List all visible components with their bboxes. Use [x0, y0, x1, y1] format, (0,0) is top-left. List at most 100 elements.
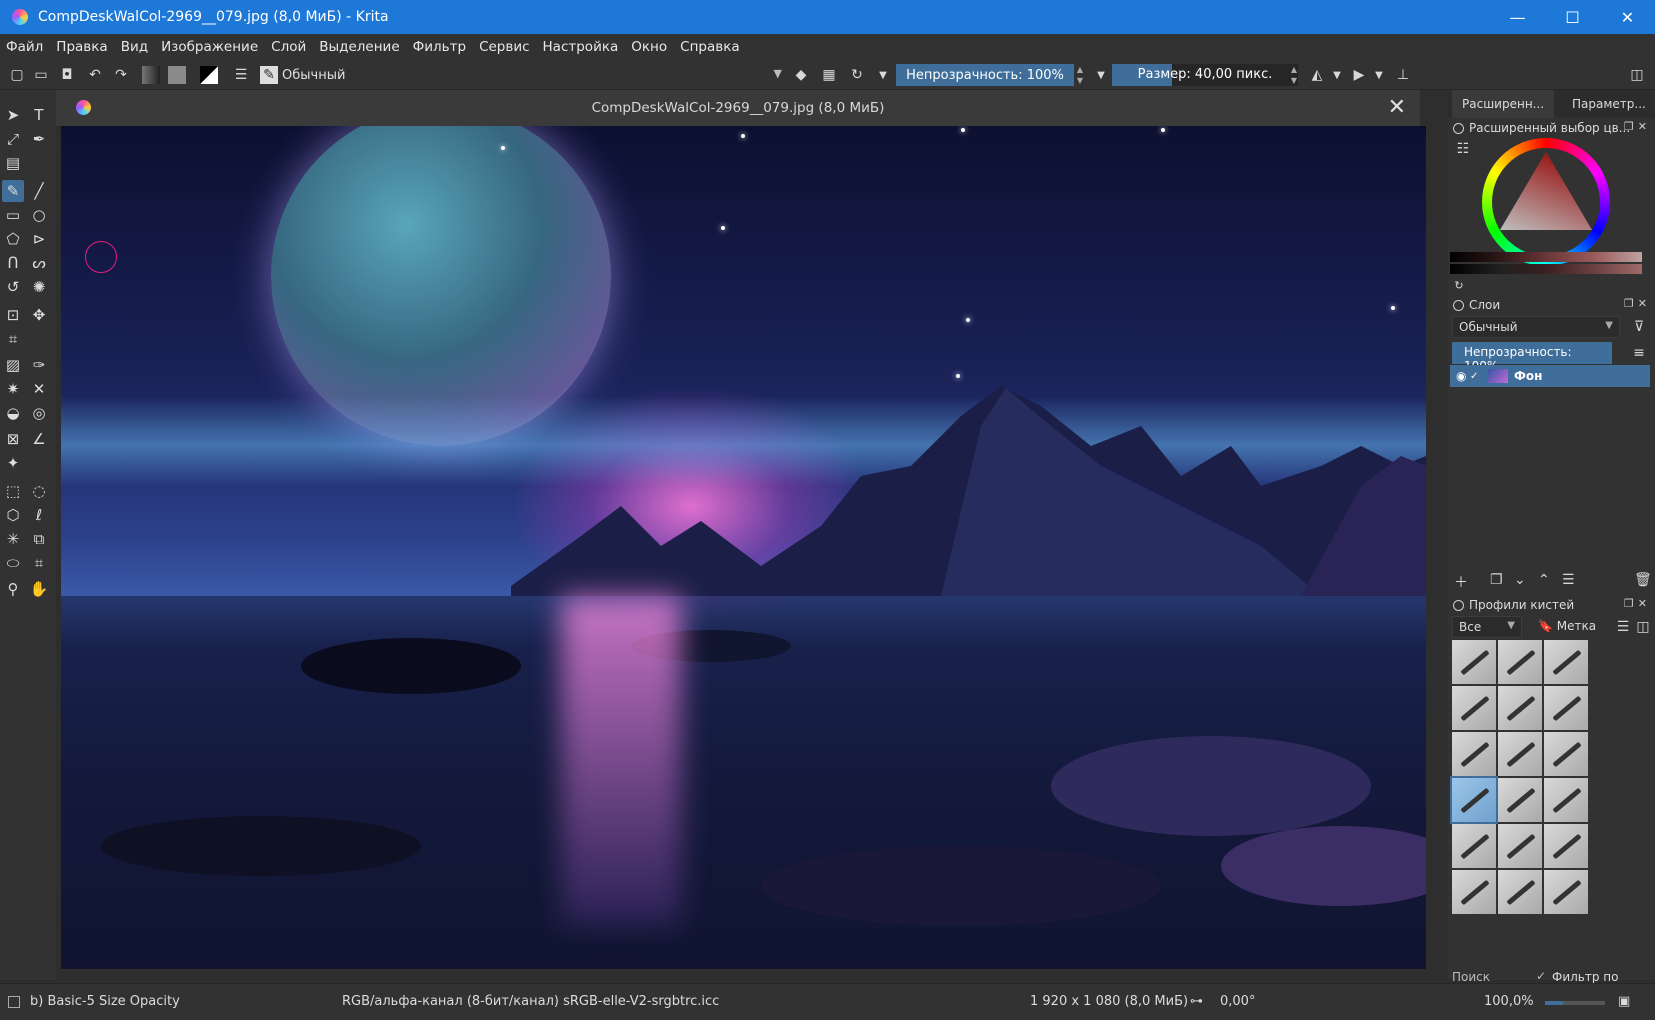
tab-advanced-color[interactable]: Расширенн...	[1452, 90, 1555, 118]
smart-patch-tool-icon[interactable]: ✕	[28, 378, 50, 400]
chevron-down-icon[interactable]: ▼	[874, 66, 892, 84]
ellipse-select-tool-icon[interactable]: ◌	[28, 480, 50, 502]
brush-tag-select[interactable]: 🔖 Метка	[1532, 616, 1606, 638]
color-triangle[interactable]	[1492, 146, 1600, 254]
layer-properties-icon[interactable]: ☰	[1562, 572, 1575, 588]
multibrush-tool-icon[interactable]: ✺	[28, 276, 50, 298]
polyline-tool-icon[interactable]: ⊳	[28, 228, 50, 250]
menu-file[interactable]: Файл	[6, 39, 43, 55]
calligraphy-tool-icon[interactable]: ✒	[28, 128, 50, 150]
magic-wand-tool-icon[interactable]: ✳	[2, 528, 24, 550]
eraser-mode-icon[interactable]: ◆	[792, 66, 810, 84]
value-gradient-bar[interactable]	[1450, 252, 1642, 262]
assistant-tool-icon[interactable]: ▤	[2, 152, 24, 174]
presets-settings-icon[interactable]: ◫	[1634, 618, 1652, 636]
brush-preset[interactable]	[1452, 732, 1496, 776]
brush-preset[interactable]	[1452, 824, 1496, 868]
chevron-down-icon[interactable]: ▼	[1370, 66, 1388, 84]
gradient-picker-icon[interactable]	[142, 66, 160, 84]
measure-tool-icon[interactable]: ∠	[28, 428, 50, 450]
brush-preset[interactable]	[1452, 640, 1496, 684]
brush-preset[interactable]	[1498, 778, 1542, 822]
filter-by-tag-checkbox[interactable]: ✓	[1536, 969, 1546, 983]
brush-preset[interactable]	[1544, 778, 1588, 822]
zoom-slider[interactable]	[1545, 1001, 1605, 1005]
move-tool-icon[interactable]: ✥	[28, 304, 50, 326]
new-document-icon[interactable]: ▢	[8, 66, 26, 84]
save-icon[interactable]: ◘	[58, 66, 76, 84]
pattern-picker-icon[interactable]	[168, 66, 186, 84]
layer-blend-mode-select[interactable]: Обычный ▼	[1452, 316, 1620, 338]
color-settings-icon[interactable]: ☷	[1454, 140, 1472, 158]
edit-shapes-tool-icon[interactable]: ⤢	[2, 128, 24, 150]
zoom-status[interactable]: 100,0%	[1484, 994, 1534, 1009]
menu-layer[interactable]: Слой	[271, 39, 306, 55]
brush-preset[interactable]	[1498, 870, 1542, 914]
preserve-alpha-icon[interactable]: ▦	[820, 66, 838, 84]
freehand-brush-tool-icon[interactable]: ✎	[2, 180, 24, 202]
rotation-status[interactable]: 0,00°	[1220, 994, 1255, 1009]
brush-preset[interactable]	[1498, 824, 1542, 868]
polygon-select-tool-icon[interactable]: ⬡	[2, 504, 24, 526]
magnetic-select-tool-icon[interactable]: ⌗	[28, 552, 50, 574]
dynamic-brush-tool-icon[interactable]: ↺	[2, 276, 24, 298]
brush-preset[interactable]	[1544, 870, 1588, 914]
redo-icon[interactable]: ↷	[112, 66, 130, 84]
reset-color-icon[interactable]: ↻	[1450, 276, 1468, 294]
enclose-fill-tool-icon[interactable]: ◎	[28, 402, 50, 424]
color-wheel[interactable]	[1482, 138, 1610, 266]
crop-tool-icon[interactable]: ⌗	[2, 328, 24, 350]
layer-checkbox[interactable]: ✓	[1470, 371, 1484, 382]
layer-opacity-slider[interactable]: Непрозрачность: 100%	[1452, 342, 1612, 373]
brush-preset[interactable]	[1544, 686, 1588, 730]
fg-bg-color-icon[interactable]	[200, 66, 218, 84]
brush-preset-icon[interactable]: ✎	[260, 66, 278, 84]
add-layer-icon[interactable]: ＋	[1454, 572, 1468, 592]
ellipse-tool-icon[interactable]: ○	[28, 204, 50, 226]
bezier-tool-icon[interactable]: ᑎ	[2, 252, 24, 274]
brush-search-input[interactable]: Поиск	[1452, 970, 1490, 984]
history-gradient-bar[interactable]	[1450, 264, 1642, 274]
maximize-button[interactable]: ☐	[1545, 0, 1600, 34]
assistant-editor-tool-icon[interactable]: ⊠	[2, 428, 24, 450]
move-layer-up-icon[interactable]: ⌃	[1538, 572, 1550, 588]
list-view-icon[interactable]: ☰	[1614, 618, 1632, 636]
zoom-tool-icon[interactable]: ⚲	[2, 578, 24, 600]
brush-preset[interactable]	[1452, 870, 1496, 914]
rotation-icon[interactable]: ⊶	[1190, 994, 1203, 1009]
rectangle-tool-icon[interactable]: ▭	[2, 204, 24, 226]
minimize-button[interactable]: —	[1490, 0, 1545, 34]
line-tool-icon[interactable]: ╱	[28, 180, 50, 202]
menu-window[interactable]: Окно	[631, 39, 667, 55]
freehand-path-tool-icon[interactable]: ᔕ	[28, 252, 50, 274]
panel-lock-icon[interactable]	[1453, 299, 1464, 311]
panel-float-close-icons[interactable]: ❐✕	[1624, 297, 1651, 310]
undo-icon[interactable]: ↶	[86, 66, 104, 84]
polygon-tool-icon[interactable]: ⬠	[2, 228, 24, 250]
fill-tool-icon[interactable]: ◒	[2, 402, 24, 424]
layer-visibility-icon[interactable]: ◉	[1456, 369, 1470, 383]
move-layer-down-icon[interactable]: ⌄	[1514, 572, 1526, 588]
brush-preset[interactable]	[1498, 686, 1542, 730]
menu-filter[interactable]: Фильтр	[413, 39, 466, 55]
layer-row[interactable]: ◉ ✓ Фон	[1450, 365, 1650, 387]
menu-select[interactable]: Выделение	[319, 39, 399, 55]
canvas-horizontal-scrollbar[interactable]	[61, 969, 1426, 983]
brush-preset[interactable]	[1498, 732, 1542, 776]
brush-preset[interactable]	[1544, 640, 1588, 684]
menu-edit[interactable]: Правка	[56, 39, 107, 55]
pan-tool-icon[interactable]: ✋	[28, 578, 50, 600]
lasso-select-tool-icon[interactable]: ℓ	[28, 504, 50, 526]
reload-preset-icon[interactable]: ↻	[848, 66, 866, 84]
canvas-vertical-scrollbar[interactable]	[1426, 126, 1440, 969]
color-picker-tool-icon[interactable]: ✑	[28, 354, 50, 376]
current-brush-status[interactable]: b) Basic-5 Size Opacity	[30, 994, 180, 1009]
layer-menu-icon[interactable]: ≡	[1630, 344, 1648, 362]
similar-select-tool-icon[interactable]: ⧉	[28, 528, 50, 550]
brush-preset[interactable]	[1544, 824, 1588, 868]
brush-preset[interactable]	[1498, 640, 1542, 684]
wrap-around-icon[interactable]: ⊥	[1394, 66, 1412, 84]
blend-mode-select[interactable]: Обычный ▼	[282, 64, 782, 86]
size-spin-buttons[interactable]: ▲ ▼	[1288, 64, 1300, 86]
menu-view[interactable]: Вид	[121, 39, 148, 55]
